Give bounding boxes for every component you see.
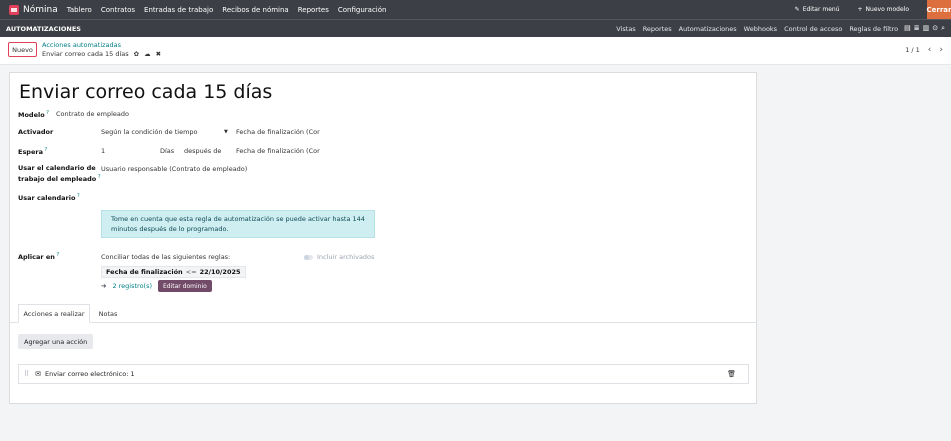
envelope-icon: ✉ (35, 370, 42, 378)
help-icon: ? (96, 174, 101, 180)
submenu-automatizaciones[interactable]: Automatizaciones (679, 25, 737, 33)
pager: 1 / 1 ‹ › (905, 45, 943, 55)
use-calendar-label: Usar calendario ? (18, 193, 80, 203)
edit-domain-button[interactable]: Editar dominio (158, 280, 212, 292)
caret-down-icon[interactable]: ▼ (224, 129, 228, 135)
employee-calendar-value[interactable]: Usuario responsable (Contrato de emplead… (101, 165, 247, 173)
submenu-reglas-filtro[interactable]: Reglas de filtro (849, 25, 898, 33)
top-navbar: Nómina Tablero Contratos Entradas de tra… (0, 0, 951, 19)
form-view-icon[interactable]: ▤ (904, 24, 911, 33)
wait-unit-select[interactable]: Días (160, 147, 174, 155)
employee-calendar-label: Usar el calendario de trabajo del emplead… (18, 164, 101, 184)
submenu-webhooks[interactable]: Webhooks (744, 25, 777, 33)
plus-icon: + (857, 6, 863, 13)
arrow-right-icon: ➔ (101, 282, 107, 290)
menu-item-tablero[interactable]: Tablero (67, 6, 92, 14)
studio-subbar: AUTOMATIZACIONES Vistas Reportes Automat… (0, 19, 951, 37)
gear-icon[interactable]: ✿ (134, 50, 139, 58)
record-title[interactable]: Enviar correo cada 15 días (19, 81, 272, 103)
menu-item-recibos-nomina[interactable]: Recibos de nómina (222, 6, 288, 14)
trigger-select[interactable]: Según la condición de tiempo (101, 128, 198, 136)
wait-relation: después de (184, 147, 222, 155)
action-label: Enviar correo electrónico: 1 (45, 370, 135, 378)
alert-line-2: minutos después de lo programado. (111, 225, 229, 233)
studio-submenu: Vistas Reportes Automatizaciones Webhook… (616, 25, 898, 33)
top-menu: Tablero Contratos Entradas de trabajo Re… (67, 6, 387, 14)
kanban-view-icon[interactable]: ▥ (923, 24, 930, 33)
action-row[interactable]: ⠿ ✉ Enviar correo electrónico: 1 🗑 (18, 364, 749, 384)
close-studio-button[interactable]: Cerrar (927, 0, 951, 19)
menu-item-configuracion[interactable]: Configuración (338, 6, 387, 14)
submenu-control-acceso[interactable]: Control de acceso (784, 25, 842, 33)
payroll-app-icon[interactable] (9, 4, 19, 15)
new-button[interactable]: Nuevo (8, 42, 37, 57)
toggle-switch[interactable] (304, 254, 313, 260)
include-archived-toggle[interactable]: Incluir archivados (304, 253, 374, 261)
pager-value[interactable]: 1 / 1 (905, 46, 920, 54)
search-icon[interactable]: ⌕ (941, 24, 945, 33)
tab-acciones[interactable]: Acciones a realizar (18, 304, 90, 323)
studio-actions: ✎ Editar menú + Nuevo modelo Cerrar (795, 0, 951, 19)
breadcrumb-current: Enviar correo cada 15 días (42, 50, 129, 58)
help-icon: ? (44, 110, 49, 116)
add-action-button[interactable]: Agregar una acción (18, 334, 94, 349)
trash-icon[interactable]: 🗑 (727, 370, 736, 378)
menu-item-reportes[interactable]: Reportes (298, 6, 329, 14)
app-name[interactable]: Nómina (23, 5, 58, 15)
records-link[interactable]: 2 registro(s) (112, 282, 152, 290)
pager-next-icon[interactable]: › (939, 45, 943, 55)
wait-date-field[interactable]: Fecha de finalización (Cor (236, 147, 320, 155)
control-panel: Nuevo Acciones automatizadas Enviar corr… (0, 37, 951, 65)
edit-menu-label: Editar menú (802, 6, 840, 13)
list-view-icon[interactable]: ≣ (914, 24, 920, 33)
domain-value: 22/10/2025 (199, 268, 241, 276)
drag-handle-icon[interactable]: ⠿ (24, 370, 29, 378)
submenu-reportes[interactable]: Reportes (643, 25, 672, 33)
domain-operator: <= (185, 268, 197, 276)
pager-previous-icon[interactable]: ‹ (928, 45, 932, 55)
menu-item-contratos[interactable]: Contratos (101, 6, 135, 14)
alert-line-1: Tome en cuenta que esta regla de automat… (111, 215, 365, 223)
wait-label: Espera ? (18, 147, 48, 157)
model-value[interactable]: Contrato de empleado (56, 110, 129, 118)
domain-records-line: ➔ 2 registro(s) Editar dominio (101, 280, 212, 292)
model-label: Modelo ? (18, 110, 49, 120)
new-model-link[interactable]: + Nuevo modelo (858, 6, 910, 13)
trigger-date-field[interactable]: Fecha de finalización (Cor (236, 128, 320, 136)
pencil-icon: ✎ (794, 6, 800, 13)
help-icon: ? (75, 193, 80, 199)
save-cloud-icon[interactable]: ☁ (144, 50, 151, 58)
info-alert: Tome en cuenta que esta regla de automat… (101, 210, 375, 238)
form-sheet: Enviar correo cada 15 días Modelo ? Cont… (9, 72, 757, 404)
trigger-label: Activador (18, 128, 54, 136)
activity-view-icon[interactable]: ⊙ (932, 24, 938, 33)
notebook-tabs: Acciones a realizar Notas (10, 304, 756, 323)
discard-icon[interactable]: ✖ (156, 50, 161, 58)
help-icon: ? (54, 252, 60, 258)
tab-notas[interactable]: Notas (92, 304, 124, 323)
domain-field: Fecha de finalización (106, 268, 183, 276)
help-icon: ? (42, 147, 48, 153)
submenu-vistas[interactable]: Vistas (616, 25, 635, 33)
breadcrumb-parent[interactable]: Acciones automatizadas (42, 41, 121, 49)
new-model-label: Nuevo modelo (865, 6, 909, 13)
edit-menu-link[interactable]: ✎ Editar menú (795, 6, 840, 13)
domain-condition[interactable]: Fecha de finalización <= 22/10/2025 (101, 266, 246, 278)
breadcrumb: Enviar correo cada 15 días ✿ ☁ ✖ (42, 50, 161, 58)
subbar-title: AUTOMATIZACIONES (6, 24, 81, 33)
menu-item-entradas-trabajo[interactable]: Entradas de trabajo (144, 6, 213, 14)
apply-on-label: Aplicar en ? (18, 252, 60, 262)
wait-amount-input[interactable]: 1 (101, 147, 105, 155)
view-switcher: ▤ ≣ ▥ ⊙ ⌕ (904, 24, 945, 33)
include-archived-label: Incluir archivados (317, 253, 375, 261)
apply-rules-text: Conciliar todas de las siguientes reglas… (101, 253, 231, 261)
